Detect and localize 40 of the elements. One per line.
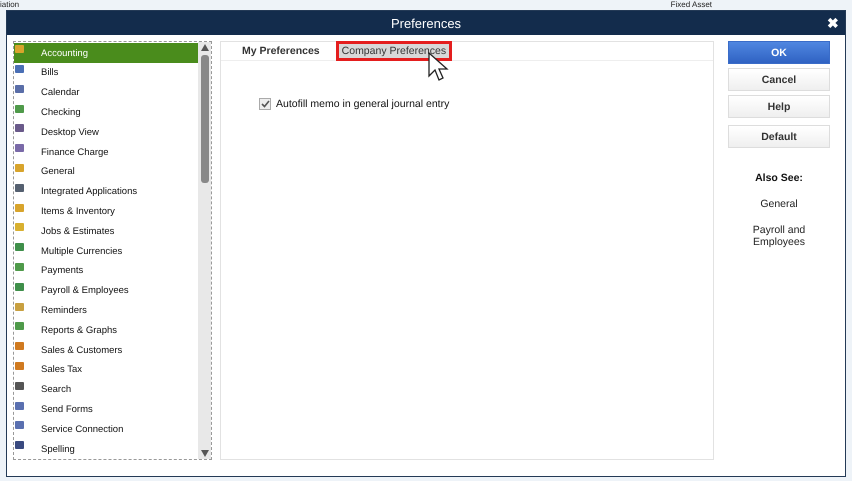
also-see-heading: Also See: xyxy=(754,172,804,184)
also-see-link[interactable]: Payroll and Employees xyxy=(728,224,830,248)
category-item[interactable]: Payroll & Employees xyxy=(14,280,198,301)
category-item[interactable]: Spelling xyxy=(14,439,198,459)
category-item[interactable]: Calendar xyxy=(14,82,198,103)
category-item[interactable]: Finance Charge xyxy=(14,142,198,162)
category-item[interactable]: Sales Tax xyxy=(14,360,198,380)
dialog-button[interactable]: Cancel xyxy=(728,68,830,92)
checkbox[interactable] xyxy=(259,98,271,110)
category-item[interactable]: Reminders xyxy=(14,300,198,320)
close-button[interactable]: ✖ xyxy=(827,15,839,31)
scroll-down-icon[interactable] xyxy=(200,450,208,457)
dialog-button[interactable]: Help xyxy=(728,95,830,118)
category-item[interactable]: Multiple Currencies xyxy=(14,241,198,262)
category-item[interactable]: Desktop View xyxy=(14,122,198,142)
category-item[interactable]: Reports & Graphs xyxy=(14,320,198,340)
dialog-button[interactable]: Default xyxy=(728,125,830,148)
scroll-thumb[interactable] xyxy=(200,55,208,184)
category-item[interactable]: Integrated Applications xyxy=(14,182,198,202)
scrollbar[interactable] xyxy=(198,42,211,459)
tab[interactable]: Company Preferences xyxy=(338,44,450,58)
category-item[interactable]: Send Forms xyxy=(14,400,198,420)
dialog-button[interactable]: OK xyxy=(728,41,830,64)
option-label: Autofill memo in general journal entry xyxy=(276,98,450,110)
category-item[interactable]: Items & Inventory xyxy=(14,202,198,222)
also-see-link[interactable]: General xyxy=(728,198,830,210)
category-item[interactable]: Payments xyxy=(14,261,198,281)
tab[interactable]: My Preferences xyxy=(239,44,323,58)
category-item[interactable]: Accounting xyxy=(14,43,198,64)
category-item[interactable]: Jobs & Estimates xyxy=(14,221,198,242)
background-text: Fixed Asset xyxy=(670,0,712,10)
category-item[interactable]: General xyxy=(14,162,198,182)
category-item[interactable]: Bills xyxy=(14,63,198,83)
window-title: Preferences xyxy=(390,16,462,31)
category-item[interactable]: Checking xyxy=(14,102,198,122)
category-item[interactable]: Search xyxy=(14,380,198,400)
category-item[interactable]: Sales & Customers xyxy=(14,340,198,360)
scroll-up-icon[interactable] xyxy=(200,44,208,52)
category-item[interactable]: Service Connection xyxy=(14,419,198,440)
background-text: iation xyxy=(0,0,20,10)
